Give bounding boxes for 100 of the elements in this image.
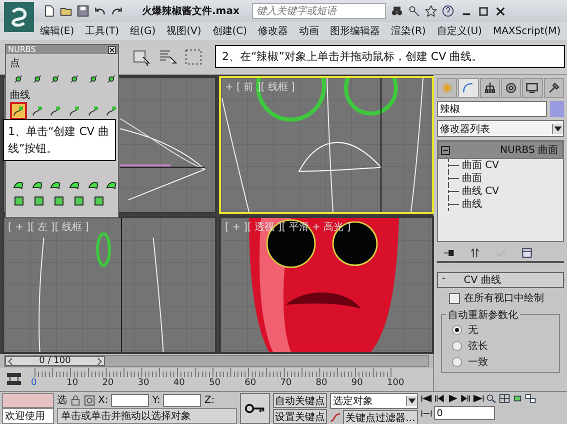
lock-icon[interactable] bbox=[70, 394, 81, 406]
menu-item[interactable]: MAXScript(M) bbox=[492, 26, 561, 36]
undo-icon[interactable] bbox=[94, 5, 106, 17]
zoom-all-icon[interactable] bbox=[499, 393, 510, 404]
redo-icon[interactable] bbox=[111, 5, 123, 17]
menu-item[interactable]: 工具(T) bbox=[85, 24, 120, 38]
collapse-icon[interactable] bbox=[441, 146, 450, 154]
timeline-tick-label: 20 bbox=[102, 378, 114, 388]
menu-item[interactable]: 编辑(E) bbox=[40, 24, 74, 38]
star-icon[interactable] bbox=[425, 5, 438, 17]
menu-item[interactable]: 自定义(U) bbox=[436, 24, 482, 38]
command-panel-tab[interactable] bbox=[458, 78, 479, 98]
command-panel-tab[interactable] bbox=[522, 78, 543, 98]
fork-icon[interactable] bbox=[469, 247, 481, 259]
command-panel-tab[interactable] bbox=[544, 78, 564, 98]
curve-tool-icon[interactable] bbox=[49, 104, 62, 118]
radio-label: 无 bbox=[468, 324, 478, 337]
zoom-extents-icon[interactable] bbox=[512, 393, 523, 404]
checkbox[interactable] bbox=[449, 292, 460, 304]
menu-item[interactable]: 视图(V) bbox=[166, 24, 202, 38]
previous-frame-icon[interactable] bbox=[8, 358, 13, 364]
sub-object-item[interactable]: 曲线 bbox=[448, 198, 482, 211]
command-panel-tab[interactable] bbox=[500, 78, 522, 98]
command-panel-tab[interactable] bbox=[480, 78, 500, 98]
selection-region-icon[interactable] bbox=[184, 47, 204, 67]
sub-object-item[interactable]: 曲面 bbox=[448, 172, 482, 185]
previous-key-icon[interactable] bbox=[434, 393, 445, 404]
time-slider-track[interactable]: 0 / 100 bbox=[4, 355, 429, 367]
curve-tool-icon[interactable] bbox=[105, 104, 118, 118]
y-field[interactable] bbox=[163, 394, 202, 406]
curve-tool-icon[interactable] bbox=[68, 104, 81, 118]
save-icon[interactable] bbox=[77, 5, 89, 17]
surface-tool-icon[interactable] bbox=[92, 194, 106, 208]
menu-item[interactable]: 修改器 bbox=[258, 24, 288, 38]
tangent-curve-icon[interactable] bbox=[330, 412, 341, 423]
configure-icon[interactable] bbox=[521, 247, 533, 259]
surface-tool-icon[interactable] bbox=[32, 194, 46, 208]
menu-item[interactable]: 动画 bbox=[299, 24, 320, 38]
auto-key-button[interactable]: 自动关键点 bbox=[273, 393, 327, 408]
hierarchy-icon bbox=[482, 81, 497, 95]
surface-tool-icon[interactable] bbox=[72, 194, 86, 208]
close-icon[interactable] bbox=[108, 46, 116, 54]
go-to-end-icon[interactable] bbox=[473, 393, 484, 404]
app-logo-icon[interactable] bbox=[4, 2, 34, 32]
stack-item[interactable]: NURBS 曲面 bbox=[438, 141, 563, 159]
timeline-tick-label: 50 bbox=[209, 378, 220, 388]
set-key-button[interactable]: 设置关键点 bbox=[273, 409, 327, 424]
frame-counter: 0 / 100 bbox=[39, 356, 71, 366]
key-filters-button[interactable]: 关键点过滤器... bbox=[343, 410, 418, 424]
dropdown-arrow-icon[interactable] bbox=[552, 124, 563, 134]
close-icon[interactable] bbox=[496, 6, 506, 16]
z-label: Z: bbox=[204, 394, 215, 406]
search-field[interactable]: 键入关键字或短语 bbox=[252, 3, 386, 19]
help-icon[interactable] bbox=[442, 5, 454, 17]
menu-item[interactable]: 渲染(R) bbox=[391, 24, 426, 38]
surface-tool-icon[interactable] bbox=[12, 194, 26, 208]
timeline-tick-label: 40 bbox=[173, 378, 185, 388]
radio-button[interactable] bbox=[452, 357, 462, 367]
key-button[interactable] bbox=[240, 393, 270, 424]
absolute-mode-icon[interactable] bbox=[84, 394, 95, 406]
object-name-field[interactable]: 辣椒 bbox=[437, 101, 547, 117]
timeline-tick-label: 80 bbox=[316, 378, 328, 388]
rollout-header[interactable]: - CV 曲线 bbox=[437, 272, 564, 288]
surface-tool-icon[interactable] bbox=[52, 194, 66, 208]
curve-tool-icon[interactable] bbox=[86, 104, 100, 118]
dropdown-arrow-icon[interactable] bbox=[406, 396, 417, 406]
menu-item[interactable]: 图形编辑器 bbox=[330, 24, 380, 38]
maximize-icon[interactable] bbox=[479, 6, 488, 16]
curve-tool-icon[interactable] bbox=[30, 104, 44, 118]
radio-button[interactable] bbox=[452, 325, 462, 335]
zoom-icon[interactable] bbox=[486, 393, 497, 404]
curve-tool-icon[interactable] bbox=[12, 104, 25, 118]
binoculars-icon[interactable] bbox=[391, 5, 404, 17]
go-to-start-icon[interactable] bbox=[421, 393, 432, 404]
x-label: X: bbox=[98, 394, 108, 406]
play-icon[interactable] bbox=[447, 393, 458, 404]
key-mode-toggle-icon[interactable] bbox=[421, 408, 432, 418]
folder-icon[interactable] bbox=[60, 5, 72, 17]
menu-item[interactable]: 创建(C) bbox=[212, 24, 248, 38]
group-title: 自动重新参数化 bbox=[446, 308, 520, 322]
sub-object-item[interactable]: 曲线 CV bbox=[448, 185, 500, 198]
x-field[interactable] bbox=[111, 394, 150, 406]
pin-icon[interactable] bbox=[443, 247, 455, 259]
toolbox-title: NURBS bbox=[8, 45, 36, 54]
menu-item[interactable]: 组(G) bbox=[130, 24, 156, 38]
curve-editor-icon[interactable] bbox=[6, 372, 22, 386]
next-frame-icon[interactable] bbox=[96, 358, 102, 364]
stack-item-label: NURBS 曲面 bbox=[500, 144, 558, 157]
check-icon[interactable] bbox=[495, 247, 507, 259]
current-frame-field[interactable]: 0 bbox=[434, 406, 495, 420]
radio-button[interactable] bbox=[452, 341, 462, 351]
time-slider-thumb[interactable]: 0 / 100 bbox=[5, 356, 105, 366]
timeline-tick-label: 100 bbox=[387, 378, 404, 388]
new-file-icon[interactable] bbox=[43, 5, 55, 17]
timeline-tick-label: 10 bbox=[66, 378, 78, 388]
object-color-swatch[interactable] bbox=[550, 101, 564, 117]
zoom-extents-all-icon[interactable] bbox=[525, 393, 536, 404]
section-label: 点 bbox=[10, 56, 21, 70]
next-key-icon[interactable] bbox=[460, 393, 471, 404]
sub-object-item[interactable]: 曲面 CV bbox=[448, 159, 500, 172]
